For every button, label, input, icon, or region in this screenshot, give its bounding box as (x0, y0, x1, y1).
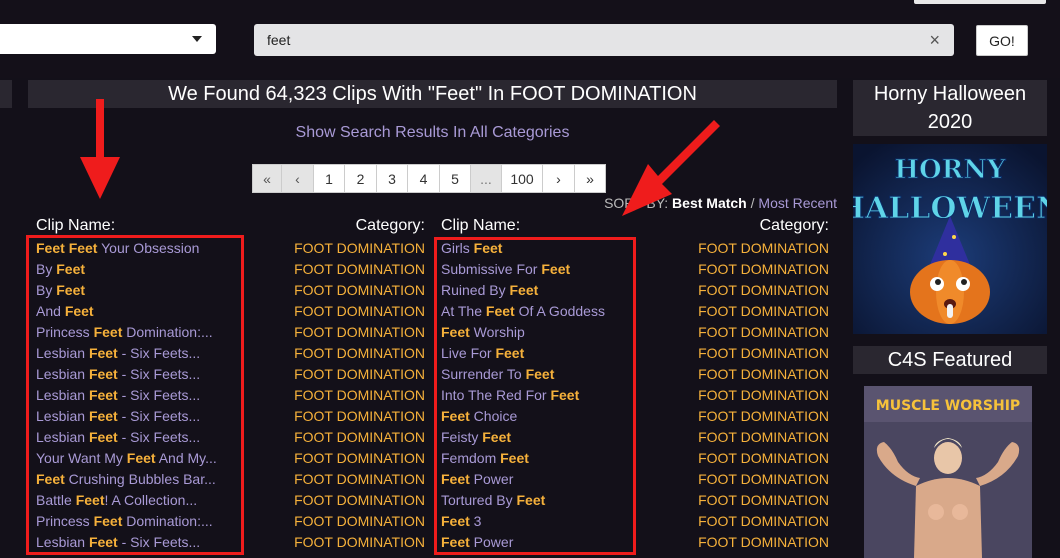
column-header: Clip Name: Category: (36, 216, 425, 236)
category-link[interactable]: FOOT DOMINATION (698, 343, 829, 364)
search-input[interactable] (254, 25, 894, 55)
clear-icon[interactable]: × (929, 30, 940, 50)
featured-title: C4S Featured (853, 346, 1047, 374)
halloween-pumpkin-icon: HORNY HALLOWEEN (853, 144, 1047, 334)
clip-name-header: Clip Name: (36, 217, 116, 234)
category-link[interactable]: FOOT DOMINATION (294, 406, 425, 427)
category-link[interactable]: FOOT DOMINATION (294, 490, 425, 511)
category-link[interactable]: FOOT DOMINATION (294, 343, 425, 364)
results-heading: We Found 64,323 Clips With "Feet" In FOO… (28, 80, 837, 108)
category-link[interactable]: FOOT DOMINATION (294, 364, 425, 385)
page-link-1: ‹ (281, 164, 314, 193)
category-link[interactable]: FOOT DOMINATION (698, 469, 829, 490)
category-link[interactable]: FOOT DOMINATION (294, 301, 425, 322)
sort-most-recent[interactable]: Most Recent (758, 195, 837, 211)
category-link[interactable]: FOOT DOMINATION (698, 511, 829, 532)
category-link[interactable]: FOOT DOMINATION (698, 364, 829, 385)
category-link[interactable]: FOOT DOMINATION (698, 301, 829, 322)
annotation-box-right (434, 237, 636, 555)
category-select[interactable] (0, 24, 216, 54)
category-link[interactable]: FOOT DOMINATION (294, 427, 425, 448)
clip-name-header: Clip Name: (441, 217, 521, 234)
category-link[interactable]: FOOT DOMINATION (294, 385, 425, 406)
annotation-arrow-down-icon (80, 99, 120, 199)
halloween-banner[interactable]: HORNY HALLOWEEN (853, 144, 1047, 334)
category-link[interactable]: FOOT DOMINATION (698, 322, 829, 343)
category-link[interactable]: FOOT DOMINATION (698, 385, 829, 406)
page-link-3[interactable]: 2 (344, 164, 377, 193)
page-link-6[interactable]: 5 (439, 164, 471, 193)
page-link-7: ... (470, 164, 502, 193)
category-link[interactable]: FOOT DOMINATION (698, 490, 829, 511)
category-header: Category: (759, 217, 829, 234)
pagination: «‹ 1 2 3 4 5... 100 ›» (252, 164, 606, 193)
category-link[interactable]: FOOT DOMINATION (294, 238, 425, 259)
chevron-down-icon (192, 36, 202, 42)
left-sidebar-edge (0, 80, 12, 108)
category-link[interactable]: FOOT DOMINATION (294, 532, 425, 553)
category-link[interactable]: FOOT DOMINATION (698, 406, 829, 427)
top-bar: × GO! (0, 0, 1060, 78)
category-link[interactable]: FOOT DOMINATION (294, 448, 425, 469)
search-field[interactable]: × (254, 24, 954, 56)
page-link-10[interactable]: » (574, 164, 606, 193)
sort-separator: / (746, 195, 759, 211)
featured-figure-icon: MUSCLE WORSHIP (864, 386, 1032, 558)
category-link[interactable]: FOOT DOMINATION (294, 280, 425, 301)
category-link[interactable]: FOOT DOMINATION (698, 280, 829, 301)
page-link-2: 1 (313, 164, 345, 193)
annotation-box-left (26, 235, 244, 555)
category-link[interactable]: FOOT DOMINATION (698, 259, 829, 280)
top-right-tab[interactable] (914, 0, 1046, 4)
category-link[interactable]: FOOT DOMINATION (294, 511, 425, 532)
page-link-8[interactable]: 100 (501, 164, 543, 193)
halloween-banner-line1: HORNY (894, 155, 1006, 185)
category-header: Category: (355, 217, 425, 234)
featured-banner[interactable]: MUSCLE WORSHIP (864, 386, 1032, 558)
category-link[interactable]: FOOT DOMINATION (294, 469, 425, 490)
page-link-9[interactable]: › (542, 164, 575, 193)
annotation-arrow-diagonal-icon (622, 120, 720, 216)
category-link[interactable]: FOOT DOMINATION (698, 448, 829, 469)
featured-banner-text: MUSCLE WORSHIP (876, 398, 1020, 414)
page-link-5[interactable]: 4 (407, 164, 440, 193)
halloween-title: Horny Halloween 2020 (853, 80, 1047, 136)
go-button[interactable]: GO! (976, 25, 1028, 56)
page-link-4[interactable]: 3 (376, 164, 408, 193)
category-link[interactable]: FOOT DOMINATION (698, 427, 829, 448)
category-link[interactable]: FOOT DOMINATION (294, 259, 425, 280)
page-link-0: « (252, 164, 282, 193)
category-link[interactable]: FOOT DOMINATION (698, 238, 829, 259)
category-link[interactable]: FOOT DOMINATION (698, 532, 829, 553)
category-link[interactable]: FOOT DOMINATION (294, 322, 425, 343)
